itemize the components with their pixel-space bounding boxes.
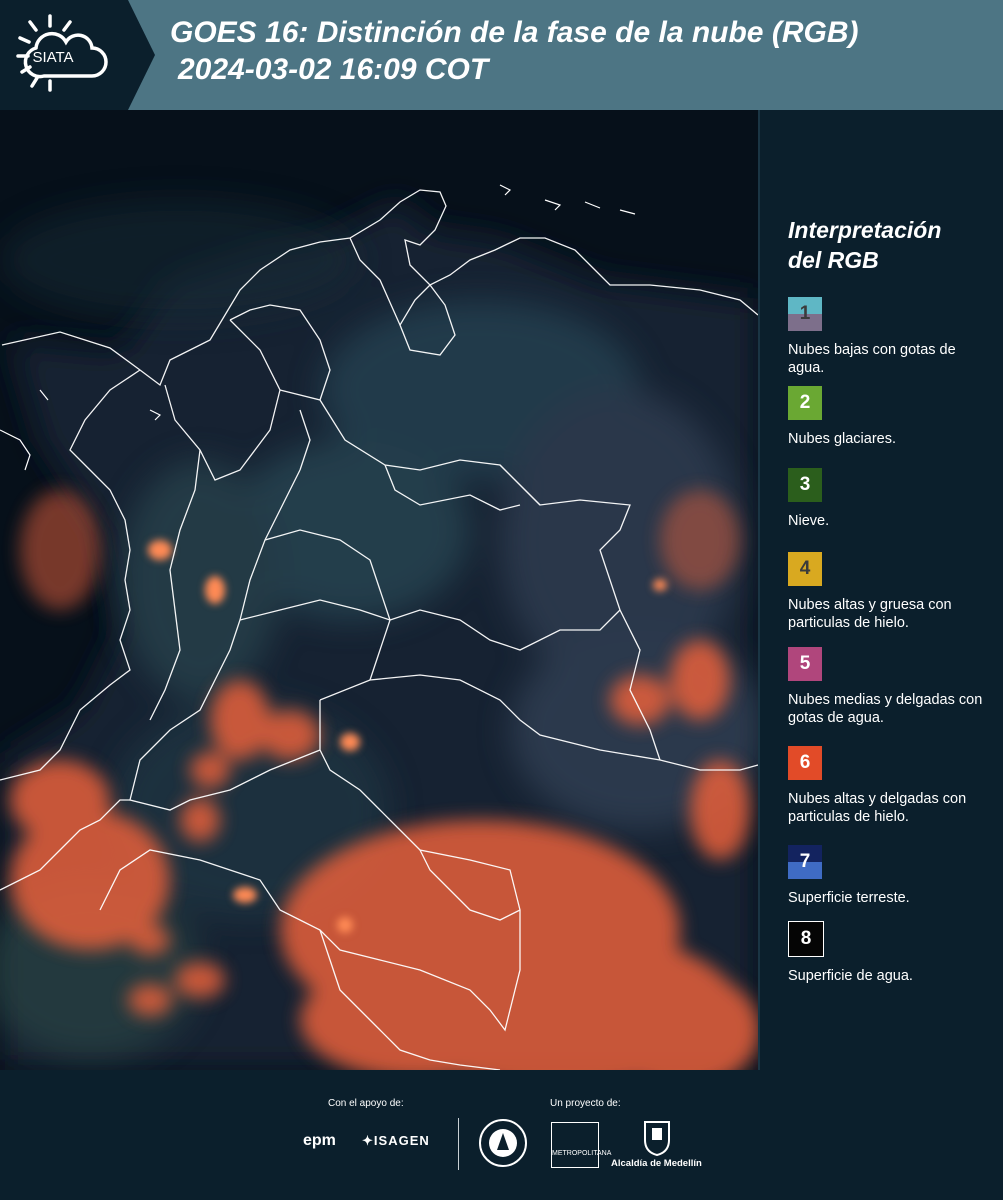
legend-entry-2: 2 Nubes glaciares. <box>788 386 988 448</box>
isagen-logo-text: ISAGEN <box>373 1133 430 1148</box>
legend-entry-1: 1 Nubes bajas con gotas de agua. <box>788 297 988 377</box>
legend-title-line2: del RGB <box>788 247 879 273</box>
legend-swatch-5: 5 <box>788 647 822 681</box>
legend-panel: Interpretación del RGB 1 Nubes bajas con … <box>788 215 988 985</box>
legend-title-line1: Interpretación <box>788 217 942 243</box>
logo-text: SIATA <box>32 49 73 66</box>
legend-swatch-8: 8 <box>788 921 824 957</box>
title-line: GOES 16: Distinción de la fase de la nub… <box>170 16 859 49</box>
legend-label-8: Superficie de agua. <box>788 968 913 984</box>
legend-label-2: Nubes glaciares. <box>788 431 896 447</box>
legend-entry-6: 6 Nubes altas y delgadas con particulas d… <box>788 746 988 826</box>
legend-entry-3: 3 Nieve. <box>788 468 988 530</box>
legend-label-6: Nubes altas y delgadas con particulas de… <box>788 791 967 825</box>
isagen-logo: ✦ISAGEN <box>362 1133 430 1149</box>
siata-logo: SIATA <box>0 0 155 110</box>
footer-divider <box>458 1118 459 1170</box>
legend-swatch-7: 7 <box>788 845 822 879</box>
footer: Con el apoyo de: Un proyecto de: epm ✦IS… <box>0 1070 1003 1200</box>
alcaldia-logo-text: Alcaldía de Medellín <box>611 1158 702 1169</box>
legend-swatch-1: 1 <box>788 297 822 331</box>
seal-icon <box>479 1119 527 1167</box>
satellite-map <box>0 110 760 1070</box>
legend-entry-4: 4 Nubes altas y gruesa con particulas de … <box>788 552 988 632</box>
epm-logo: epm <box>303 1132 336 1149</box>
project-label: Un proyecto de: <box>550 1098 621 1109</box>
legend-label-1: Nubes bajas con gotas de agua. <box>788 342 956 376</box>
legend-entry-8: 8 Superficie de agua. <box>788 921 988 985</box>
legend-swatch-3: 3 <box>788 468 822 502</box>
legend-title: Interpretación del RGB <box>788 215 988 275</box>
legend-swatch-4: 4 <box>788 552 822 586</box>
support-label: Con el apoyo de: <box>328 1098 404 1109</box>
coat-of-arms-icon <box>644 1121 670 1156</box>
legend-entries: 1 Nubes bajas con gotas de agua. 2 Nubes gl… <box>788 297 988 985</box>
legend-label-4: Nubes altas y gruesa con particulas de h… <box>788 597 952 631</box>
partner1-text: METROPOLITANA <box>552 1150 612 1157</box>
header-bar: SIATA GOES 16: Distinción de la fase de … <box>0 0 1003 110</box>
legend-entry-5: 5 Nubes medias y delgadas con gotas de ag… <box>788 647 988 727</box>
page-title: GOES 16: Distinción de la fase de la nub… <box>170 14 858 88</box>
isagen-logo-mark: ✦ <box>362 1133 374 1148</box>
legend-swatch-2: 2 <box>788 386 822 420</box>
timestamp: 2024-03-02 16:09 COT <box>178 53 489 86</box>
legend-label-7: Superficie terreste. <box>788 890 910 906</box>
map-image <box>0 110 758 1070</box>
legend-label-5: Nubes medias y delgadas con gotas de agu… <box>788 692 983 726</box>
area-metropolitana-logo: METROPOLITANA <box>551 1122 611 1168</box>
legend-label-3: Nieve. <box>788 513 830 529</box>
legend-swatch-6: 6 <box>788 746 822 780</box>
sun-cloud-icon: SIATA <box>16 14 108 92</box>
legend-entry-7: 7 Superficie terreste. <box>788 845 988 907</box>
